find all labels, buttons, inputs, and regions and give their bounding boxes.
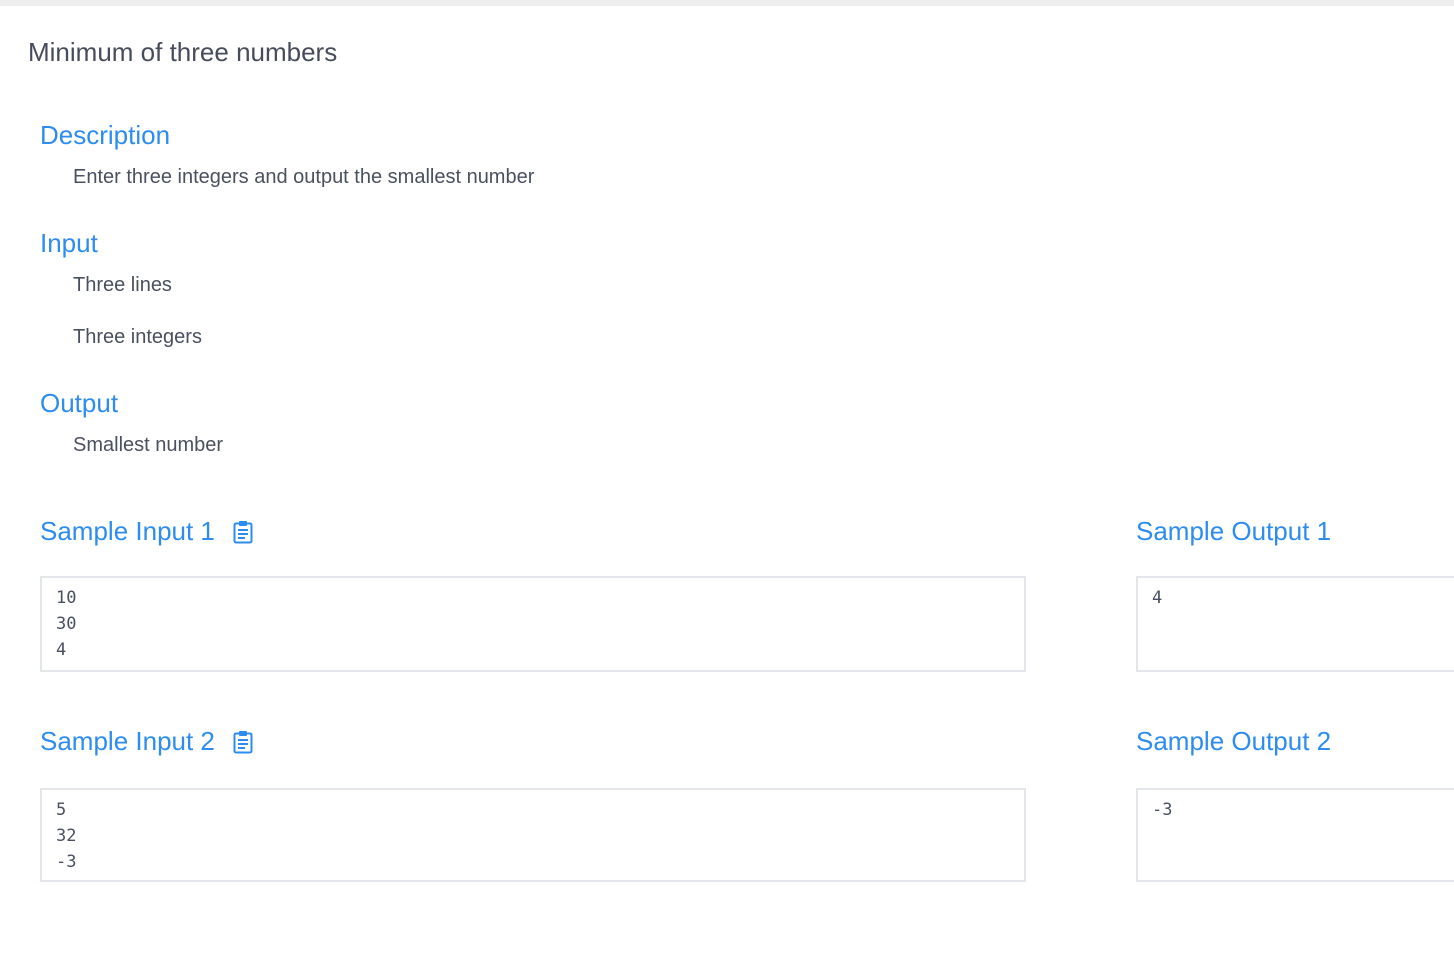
sample-output-2-box[interactable]: -3 — [1136, 788, 1454, 882]
sample-input-1-heading: Sample Input 1 — [40, 515, 253, 547]
input-text-line-1: Three lines — [73, 274, 172, 296]
sample-output-2-label: Sample Output 2 — [1136, 726, 1332, 756]
output-heading: Output — [40, 388, 119, 418]
sample-output-2-heading: Sample Output 2 — [1136, 725, 1331, 757]
sample-input-1-box[interactable]: 10 30 4 — [40, 576, 1026, 672]
sample-input-2-label: Sample Input 2 — [40, 726, 215, 756]
top-strip — [0, 0, 1454, 6]
sample-output-1-label: Sample Output 1 — [1136, 516, 1332, 546]
sample-input-1-label: Sample Input 1 — [40, 516, 215, 546]
clipboard-icon[interactable] — [233, 729, 253, 754]
output-text: Smallest number — [73, 434, 224, 456]
description-text: Enter three integers and output the smal… — [73, 166, 535, 188]
sample-output-1-box[interactable]: 4 — [1136, 576, 1454, 672]
input-text-line-2: Three integers — [73, 326, 202, 348]
description-heading: Description — [40, 120, 171, 150]
sample-input-2-heading: Sample Input 2 — [40, 725, 253, 757]
input-heading: Input — [40, 228, 98, 258]
clipboard-icon[interactable] — [233, 519, 253, 544]
sample-output-1-heading: Sample Output 1 — [1136, 515, 1331, 547]
sample-input-2-box[interactable]: 5 32 -3 — [40, 788, 1026, 882]
page-title: Minimum of three numbers — [28, 37, 338, 67]
